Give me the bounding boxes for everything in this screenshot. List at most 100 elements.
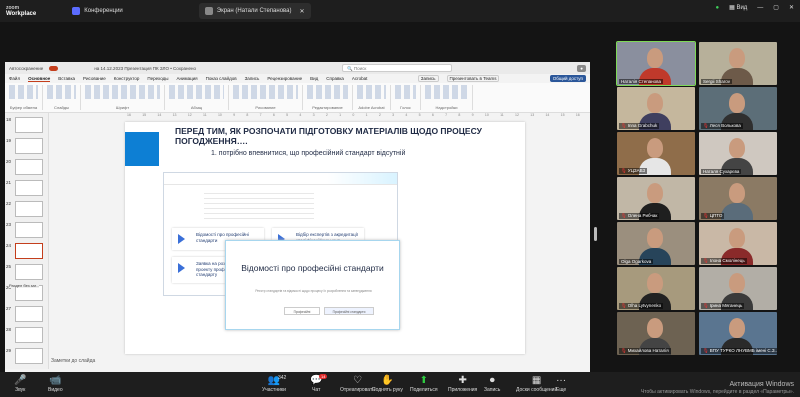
menu-item[interactable]: Справка — [326, 76, 344, 81]
control-2[interactable]: 👥 Участники 342 — [262, 375, 286, 393]
control-4[interactable]: ♡ Отреагировать — [340, 375, 375, 393]
participant-tile[interactable]: 🎙Олена Рибчак — [617, 177, 695, 220]
slide-number: 25 — [6, 264, 12, 269]
view-label: Вид — [736, 5, 748, 11]
menu-item[interactable]: Показ слайдов — [206, 76, 237, 81]
participant-tile[interactable]: 🎙Ілона Смолінець — [699, 222, 777, 265]
tab-conference[interactable]: Конференции — [66, 3, 129, 19]
share-button[interactable]: Общий доступ — [549, 75, 586, 82]
slide-thumbnails[interactable]: 181920212223242526272829Раздел без заг..… — [5, 113, 49, 369]
ppt-titlebar: Автосохранение на 14.12.2023 Презентация… — [5, 62, 590, 74]
maximize-icon[interactable]: ▢ — [773, 4, 779, 11]
participant-count: 342 — [278, 375, 287, 381]
teams-button[interactable]: Презентовать в Teams — [446, 75, 500, 82]
menu-item[interactable]: Запись — [245, 76, 260, 81]
slide-thumbnail[interactable] — [15, 159, 43, 175]
menu-item[interactable]: Файл — [9, 76, 20, 81]
participant-tile[interactable]: Olga Ogarkova — [617, 222, 695, 265]
account-button[interactable]: ● — [577, 64, 586, 72]
ribbon-group[interactable]: Надстройки — [425, 85, 473, 110]
control-8[interactable]: ⏺ Запись — [484, 375, 500, 393]
popup-button-2: Професійні стандарти — [324, 307, 374, 315]
ribbon-group[interactable]: Голос — [395, 85, 421, 110]
slide-thumbnail[interactable] — [15, 117, 43, 133]
ruler-tick: 2 — [325, 113, 328, 117]
participant-tile[interactable]: Sergii Sharov — [699, 42, 777, 85]
participant-tile[interactable]: 🎙Леся Волькова — [699, 87, 777, 130]
ruler-tick: 6 — [272, 113, 275, 117]
ribbon-icons[interactable] — [47, 85, 76, 99]
slide-thumbnail[interactable] — [15, 138, 43, 154]
participant-name-label: Sergii Sharov — [703, 79, 731, 84]
tab-screen[interactable]: Экран (Натали Степанова) ✕ — [198, 3, 311, 19]
slide-thumbnail[interactable] — [15, 243, 43, 259]
close-icon[interactable]: ✕ — [300, 8, 305, 15]
control-9[interactable]: ▦ Доски сообщений — [516, 375, 557, 393]
minimize-icon[interactable]: — — [757, 5, 763, 11]
slide-thumbnail[interactable] — [15, 348, 43, 364]
participant-tile[interactable]: 🎙УЦЗАВЗ — [617, 132, 695, 175]
participant-tile[interactable]: Наталія Степанова — [616, 41, 696, 86]
close-window-icon[interactable]: ✕ — [789, 4, 794, 11]
ribbon-icons[interactable] — [85, 85, 160, 99]
menu-item[interactable]: Рецензирование — [267, 76, 302, 81]
muted-mic-icon: 🎙 — [621, 213, 627, 218]
scrollbar[interactable] — [594, 227, 597, 241]
ribbon-icons[interactable] — [357, 85, 386, 99]
participant-face — [729, 93, 745, 113]
participant-tile[interactable]: 🎙Михайлова Наталія — [617, 312, 695, 355]
menu-item[interactable]: Acrobat — [352, 76, 368, 81]
menu-item[interactable]: Вставка — [58, 76, 75, 81]
control-0[interactable]: 🎤 Звук — [14, 375, 26, 393]
participant-tile[interactable]: Наталя Сухарєва — [699, 132, 777, 175]
ribbon-icons[interactable] — [9, 85, 38, 99]
control-5[interactable]: ✋ Поднять руку — [372, 375, 403, 393]
participant-name: 🎙ЦПТО — [701, 213, 725, 219]
menu-item[interactable]: Вид — [310, 76, 318, 81]
participant-tile[interactable]: 🎙Olha Lytvynenko — [617, 267, 695, 310]
ruler-tick: 12 — [187, 113, 192, 117]
slide-thumbnail[interactable] — [15, 201, 43, 217]
control-icon: ♡ — [352, 375, 362, 386]
ribbon-group[interactable]: Шрифт — [85, 85, 165, 110]
ribbon-icons[interactable] — [395, 85, 416, 99]
participant-tile[interactable]: 🎙ВПУ ТУРКО ЛНУВМБ імені С.З... — [699, 312, 777, 355]
notes-label[interactable]: Заметки до слайда — [51, 358, 95, 364]
menu-item[interactable]: Конструктор — [114, 76, 140, 81]
ribbon-icons[interactable] — [169, 85, 224, 99]
slide-number: 20 — [6, 159, 12, 164]
ribbon-group[interactable]: Adobe Acrobat — [357, 85, 391, 110]
control-6[interactable]: ⬆ Поделиться — [410, 375, 438, 393]
menu-item[interactable]: Анимация — [176, 76, 197, 81]
autosave-toggle[interactable] — [49, 65, 59, 71]
slide-thumbnail[interactable] — [15, 306, 43, 322]
search-input[interactable]: 🔍 Поиск — [342, 64, 452, 72]
ribbon-icons[interactable] — [425, 85, 468, 99]
control-7[interactable]: ✚ Приложения — [448, 375, 477, 393]
ribbon-group[interactable]: Абзац — [169, 85, 229, 110]
participant-tile[interactable]: 🎙Ірина Мяганець — [699, 267, 777, 310]
participant-tile[interactable]: 🎙Inna Grabchuk — [617, 87, 695, 130]
control-1[interactable]: 📹 Видео — [48, 375, 63, 393]
menu-item[interactable]: Рисование — [83, 76, 106, 81]
section-label[interactable]: Раздел без заг... — [9, 283, 40, 288]
ribbon-group[interactable]: Буфер обмена — [9, 85, 43, 110]
menu-item[interactable]: Основное — [28, 76, 51, 82]
ribbon-group[interactable]: Редактирование — [307, 85, 353, 110]
ribbon-icons[interactable] — [233, 85, 298, 99]
record-button[interactable]: Запись — [417, 75, 439, 82]
view-button[interactable]: ▦ Вид — [729, 4, 747, 11]
ribbon-icons[interactable] — [307, 85, 348, 99]
menu-item[interactable]: Переходы — [147, 76, 168, 81]
control-3[interactable]: 💬 Чат 14 — [310, 374, 328, 393]
slide-thumbnail[interactable] — [15, 222, 43, 238]
ribbon-group[interactable]: Рисование — [233, 85, 303, 110]
control-10[interactable]: ··· Еще — [556, 375, 566, 393]
ruler-tick: 8 — [246, 113, 249, 117]
slide-thumbnail[interactable] — [15, 180, 43, 196]
participant-tile[interactable]: 🎙ЦПТО — [699, 177, 777, 220]
ribbon-group[interactable]: Слайды — [47, 85, 81, 110]
shared-powerpoint[interactable]: Автосохранение на 14.12.2023 Презентация… — [5, 62, 590, 380]
slide-thumbnail[interactable] — [15, 327, 43, 343]
slide-thumbnail[interactable] — [15, 264, 43, 280]
